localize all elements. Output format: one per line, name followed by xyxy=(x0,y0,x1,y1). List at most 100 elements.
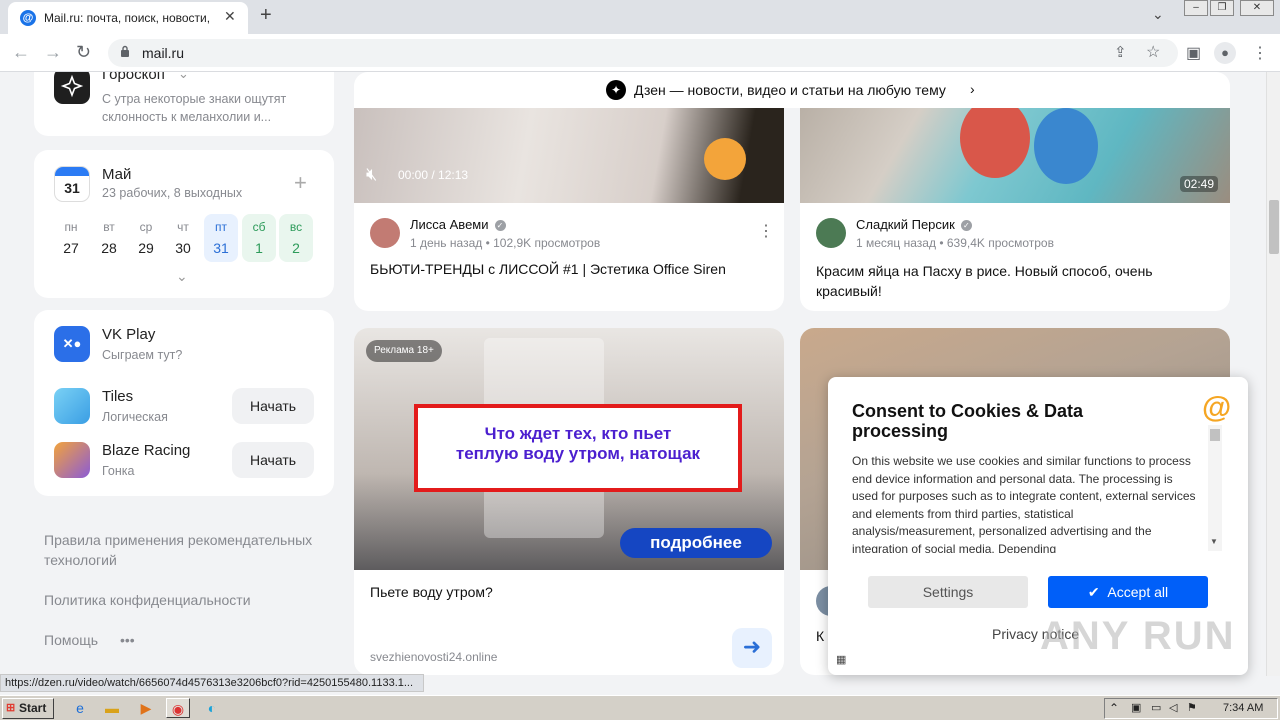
url-text: mail.ru xyxy=(142,45,185,61)
more-options-icon[interactable]: ⋮ xyxy=(758,221,774,241)
edge-icon[interactable]: ◐ xyxy=(200,698,224,718)
author-name[interactable]: Сладкий Персик ✓ xyxy=(856,217,972,232)
ie-icon[interactable]: e xyxy=(68,698,92,718)
video-title[interactable]: К xyxy=(816,628,824,644)
forward-arrow-icon[interactable]: → xyxy=(44,42,62,63)
blaze-racing-game-icon[interactable] xyxy=(54,442,90,478)
game-name[interactable]: Blaze Racing xyxy=(102,442,190,459)
more-links-icon[interactable]: ••• xyxy=(120,632,135,648)
volume-icon[interactable]: ◁ xyxy=(1169,701,1177,714)
game-name[interactable]: Tiles xyxy=(102,388,133,405)
qr-icon: ▦ xyxy=(836,654,847,666)
blue-egg-shape xyxy=(1034,108,1098,184)
author-name[interactable]: Лисса Авеми ✓ xyxy=(410,217,506,232)
status-bar-url: https://dzen.ru/video/watch/6656074d4576… xyxy=(0,674,424,692)
dzen-logo-icon: ✦ xyxy=(606,80,626,100)
start-game-button[interactable]: Начать xyxy=(232,442,314,478)
display-icon[interactable]: ▭ xyxy=(1151,701,1161,714)
calendar-day-weekend[interactable]: вс 2 xyxy=(279,214,313,262)
calendar-month: Май xyxy=(102,166,132,183)
flag-icon[interactable]: ⚑ xyxy=(1187,701,1197,714)
vertical-scrollbar[interactable] xyxy=(1266,72,1280,676)
close-tab-icon[interactable]: ✕ xyxy=(224,8,236,25)
mute-icon[interactable]: 🔇︎ xyxy=(366,164,377,185)
calendar-day[interactable]: ср 29 xyxy=(129,214,163,256)
calendar-day[interactable]: пн 27 xyxy=(54,214,88,256)
start-game-button[interactable]: Начать xyxy=(232,388,314,424)
recommendation-rules-link[interactable]: Правила применения рекомендательных техн… xyxy=(44,530,334,570)
arrow-right-icon[interactable]: ➜ xyxy=(732,628,772,668)
calendar-widget: 31 Май 23 рабочих, 8 выходных + пн 27 вт 2… xyxy=(34,150,334,298)
video-time: 00:00 / 12:13 xyxy=(398,168,469,182)
ad-more-button[interactable]: подробнее xyxy=(620,528,772,558)
verified-icon: ✓ xyxy=(960,220,972,232)
video-thumbnail[interactable]: 🔇︎ 00:00 / 12:13 xyxy=(354,108,784,203)
video-title[interactable]: БЬЮТИ-ТРЕНДЫ с ЛИССОЙ #1 | Эстетика Offi… xyxy=(370,261,726,277)
clock[interactable]: 7:34 AM xyxy=(1223,702,1263,714)
ad-title[interactable]: Пьете воду утром? xyxy=(370,584,493,600)
media-player-icon[interactable]: ▶ xyxy=(134,698,158,718)
ad-banner-text: Что ждет тех, кто пьет теплую воду утром… xyxy=(414,404,742,492)
tab-search-chevron-icon[interactable]: ⌄ xyxy=(1152,6,1164,23)
scroll-down-arrow-icon[interactable]: ▼ xyxy=(1210,537,1218,546)
cookie-scrollbar-thumb[interactable] xyxy=(1210,429,1220,441)
tab-mail-ru[interactable]: @ Mail.ru: почта, поиск, новости, прогно… xyxy=(8,2,248,34)
restore-window-icon[interactable]: ❐ xyxy=(1210,0,1234,16)
chevron-down-icon[interactable]: ⌄ xyxy=(178,72,189,82)
calendar-icon-day: 31 xyxy=(64,180,80,196)
privacy-policy-link[interactable]: Политика конфиденциальности xyxy=(44,592,251,608)
author-avatar[interactable] xyxy=(370,218,400,248)
minimize-window-icon[interactable]: – xyxy=(1184,0,1208,16)
share-icon[interactable]: ⇪ xyxy=(1114,43,1127,61)
video-card[interactable]: Лисса Авеми ✓ 1 день назад • 102,9K просм… xyxy=(354,203,784,311)
video-thumbnail[interactable]: 02:49 xyxy=(800,108,1230,203)
cookie-settings-button[interactable]: Settings xyxy=(868,576,1028,608)
network-icon[interactable]: ▣ xyxy=(1131,701,1141,714)
video-duration: 02:49 xyxy=(1180,176,1219,192)
calendar-day-weekend[interactable]: сб 1 xyxy=(242,214,276,262)
calendar-icon: 31 xyxy=(54,166,90,202)
horoscope-widget[interactable]: Гороскоп ⌄ С утра некоторые знаки ощутят… xyxy=(34,72,334,136)
add-event-button[interactable]: + xyxy=(294,170,307,196)
side-panel-icon[interactable]: ▣ xyxy=(1186,43,1201,63)
dzen-header[interactable]: ✦ Дзен — новости, видео и статьи на любу… xyxy=(354,72,1230,108)
author-avatar[interactable] xyxy=(816,218,846,248)
close-window-icon[interactable]: ✕ xyxy=(1240,0,1274,16)
reload-icon[interactable]: ↻ xyxy=(76,42,91,63)
windows-taskbar: ⊞ Start e ▬ ▶ ◉ ◐ ⌃ ▣ ▭ ◁ ⚑ 7:34 AM xyxy=(0,695,1280,720)
horoscope-text: С утра некоторые знаки ощутят склонность… xyxy=(102,92,287,124)
vk-play-subtitle: Сыграем тут? xyxy=(102,348,183,362)
calendar-day[interactable]: вт 28 xyxy=(92,214,126,256)
folder-icon[interactable]: ▬ xyxy=(100,698,124,718)
ad-image[interactable]: Реклама 18+ Что ждет тех, кто пьет теплу… xyxy=(354,328,784,570)
back-arrow-icon[interactable]: ← xyxy=(12,42,30,63)
chrome-icon[interactable]: ◉ xyxy=(166,698,190,718)
browser-toolbar: ← → ↻ mail.ru ⇪ ☆ ▣ ● ⋮ xyxy=(0,34,1280,72)
calendar-summary: 23 рабочих, 8 выходных xyxy=(102,186,243,200)
start-button[interactable]: ⊞ Start xyxy=(2,698,54,719)
cookie-scrollbar[interactable]: ▼ xyxy=(1208,425,1222,551)
vk-play-logo-icon: ✕● xyxy=(54,326,90,362)
tray-expand-icon[interactable]: ⌃ xyxy=(1109,701,1119,715)
accept-all-button[interactable]: ✔ Accept all xyxy=(1048,576,1208,608)
ad-domain[interactable]: svezhienovosti24.online xyxy=(370,650,497,664)
lamp-shape xyxy=(704,138,746,180)
calendar-day[interactable]: чт 30 xyxy=(166,214,200,256)
expand-calendar-chevron-icon[interactable]: ⌄ xyxy=(176,268,188,285)
calendar-day-today[interactable]: пт 31 xyxy=(204,214,238,262)
tiles-game-icon[interactable] xyxy=(54,388,90,424)
video-title[interactable]: Красим яйца на Пасху в рисе. Новый спосо… xyxy=(816,261,1206,301)
address-bar[interactable]: mail.ru ⇪ ☆ xyxy=(108,39,1178,67)
scrollbar-thumb[interactable] xyxy=(1269,200,1279,254)
ad-card[interactable]: Реклама 18+ Что ждет тех, кто пьет теплу… xyxy=(354,328,784,675)
help-link[interactable]: Помощь xyxy=(44,632,98,648)
profile-avatar-icon[interactable]: ● xyxy=(1214,42,1236,64)
sparkle-icon xyxy=(54,72,90,104)
new-tab-button[interactable]: + xyxy=(260,4,272,27)
system-tray: ⌃ ▣ ▭ ◁ ⚑ 7:34 AM xyxy=(1104,698,1278,719)
chevron-right-icon: › xyxy=(970,81,975,97)
menu-kebab-icon[interactable]: ⋮ xyxy=(1252,43,1268,63)
bookmark-star-icon[interactable]: ☆ xyxy=(1146,42,1160,62)
video-card[interactable]: Сладкий Персик ✓ 1 месяц назад • 639,4K п… xyxy=(800,203,1230,311)
verified-icon: ✓ xyxy=(494,220,506,232)
